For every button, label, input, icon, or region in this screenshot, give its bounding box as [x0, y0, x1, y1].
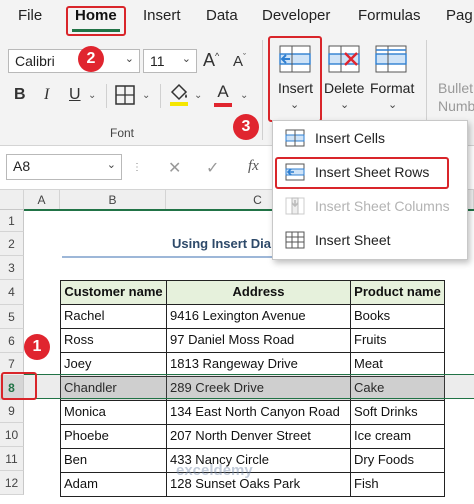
insert-cells-icon	[285, 129, 305, 147]
italic-button[interactable]: I	[44, 86, 49, 104]
insert-button-highlight	[268, 36, 322, 122]
menu-item-label: Insert Sheet Columns	[315, 198, 450, 214]
font-size-select[interactable]: 11 ⌄	[143, 49, 197, 73]
table-cell[interactable]: Fruits	[350, 328, 445, 353]
chevron-down-icon: ⌄	[181, 53, 191, 65]
chevron-down-icon[interactable]: ⌄	[194, 90, 202, 101]
watermark: exceldemy	[176, 462, 253, 479]
menu-item-insert-sheet[interactable]: Insert Sheet	[273, 225, 467, 255]
column-header-b[interactable]: B	[60, 190, 166, 210]
enter-icon[interactable]: ✓	[206, 158, 219, 178]
tab-insert[interactable]: Insert	[143, 7, 181, 24]
format-label: Format	[370, 80, 415, 96]
row-header-3[interactable]: 3	[0, 256, 24, 280]
table-cell[interactable]: Ben	[60, 448, 167, 473]
table-header-cell[interactable]: Customer name	[60, 280, 167, 305]
row-header-2[interactable]: 2	[0, 232, 24, 256]
table-cell[interactable]: Soft Drinks	[350, 400, 445, 425]
title-underline	[62, 256, 272, 258]
menu-item-insert-cells[interactable]: Insert Cells	[273, 123, 467, 153]
row-header-12[interactable]: 12	[0, 471, 24, 495]
menu-item-label: Insert Cells	[315, 130, 386, 146]
table-cell[interactable]: Adam	[60, 472, 167, 497]
tab-formulas[interactable]: Formulas	[358, 7, 421, 24]
chevron-down-icon: ⌄	[388, 99, 398, 111]
numbering-label[interactable]: Numb	[438, 98, 474, 114]
row-header-4[interactable]: 4	[0, 280, 24, 305]
menu-bar: File Home Insert Data Developer Formulas…	[0, 0, 474, 36]
select-all-corner[interactable]	[0, 190, 24, 210]
step-badge-2: 2	[78, 46, 104, 72]
step-badge-3: 3	[233, 114, 259, 140]
table-cell[interactable]: Books	[350, 304, 445, 329]
tab-file[interactable]: File	[18, 7, 42, 24]
divider	[262, 40, 263, 140]
font-name-value: Calibri	[15, 53, 55, 69]
delete-label: Delete	[324, 80, 365, 96]
chevron-down-icon[interactable]: ⌄	[240, 90, 248, 101]
step-badge-1: 1	[24, 334, 50, 360]
cancel-icon[interactable]: ✕	[168, 158, 181, 178]
menu-item-label: Insert Sheet	[315, 232, 391, 248]
table-cell[interactable]: Ice cream	[350, 424, 445, 449]
table-cell[interactable]: 134 East North Canyon Road	[166, 400, 351, 425]
table-cell[interactable]: Ross	[60, 328, 167, 353]
name-box-value: A8	[13, 158, 31, 174]
table-cell[interactable]: 207 North Denver Street	[166, 424, 351, 449]
delete-button[interactable]: Delete ⌄	[322, 38, 368, 122]
row-header-9[interactable]: 9	[0, 400, 24, 423]
chevron-down-icon: ⌄	[124, 53, 134, 65]
table-cell[interactable]: Fish	[350, 472, 445, 497]
row-header-1[interactable]: 1	[0, 210, 24, 232]
tab-page-layout[interactable]: Pag	[446, 7, 473, 24]
fill-color-icon[interactable]	[168, 82, 190, 113]
menu-item-insert-sheet-columns[interactable]: Insert Sheet Columns	[273, 191, 467, 221]
font-group-label: Font	[110, 126, 135, 140]
tab-data[interactable]: Data	[206, 7, 238, 24]
insert-sheet-icon	[285, 231, 305, 249]
insert-columns-icon	[285, 197, 305, 215]
name-box[interactable]: A8 ⌄	[6, 154, 122, 180]
bold-button[interactable]: B	[14, 86, 26, 104]
table-cell[interactable]: Monica	[60, 400, 167, 425]
chevron-down-icon[interactable]: ⌄	[142, 90, 150, 101]
format-button[interactable]: Format ⌄	[368, 38, 418, 122]
row-header-11[interactable]: 11	[0, 447, 24, 471]
shrink-font-icon[interactable]: Aˇ	[233, 52, 246, 70]
table-header-cell[interactable]: Address	[166, 280, 351, 305]
chevron-down-icon: ⌄	[340, 99, 350, 111]
row-8-highlight	[1, 372, 37, 400]
divider	[160, 84, 161, 108]
table-cell[interactable]: Phoebe	[60, 424, 167, 449]
delete-rows-icon	[328, 45, 360, 73]
chevron-down-icon: ⌄	[106, 159, 116, 171]
row-header-10[interactable]: 10	[0, 423, 24, 447]
home-tab-highlight	[66, 6, 126, 36]
table-cell[interactable]: 97 Daniel Moss Road	[166, 328, 351, 353]
grow-font-icon[interactable]: A^	[203, 50, 219, 71]
sheet-title: Using Insert Dia	[172, 236, 271, 251]
tab-developer[interactable]: Developer	[262, 7, 330, 24]
insert-sheet-rows-highlight	[275, 157, 449, 189]
bullet-label[interactable]: Bullet	[438, 80, 473, 96]
table-header-cell[interactable]: Product name	[350, 280, 445, 305]
chevron-down-icon[interactable]: ⌄	[88, 90, 96, 101]
table-cell[interactable]: Dry Foods	[350, 448, 445, 473]
table-cell[interactable]: 9416 Lexington Avenue	[166, 304, 351, 329]
font-name-select[interactable]: Calibri ⌄	[8, 49, 140, 73]
function-icon[interactable]: fx	[248, 158, 259, 175]
font-color-icon[interactable]: A	[214, 82, 232, 107]
insert-dropdown-menu: Insert Cells Insert Sheet Rows Insert Sh…	[272, 120, 468, 260]
format-cells-icon	[375, 45, 407, 73]
font-size-value: 11	[150, 53, 165, 69]
table-cell[interactable]: Rachel	[60, 304, 167, 329]
column-header-a[interactable]: A	[24, 190, 60, 210]
more-options-icon[interactable]: ⋮	[132, 162, 142, 173]
underline-button[interactable]: U	[69, 86, 81, 104]
divider	[106, 84, 107, 108]
row-header-6[interactable]: 6	[0, 329, 24, 353]
borders-icon[interactable]	[114, 84, 136, 111]
row-header-5[interactable]: 5	[0, 305, 24, 329]
selected-row-8	[24, 374, 474, 399]
